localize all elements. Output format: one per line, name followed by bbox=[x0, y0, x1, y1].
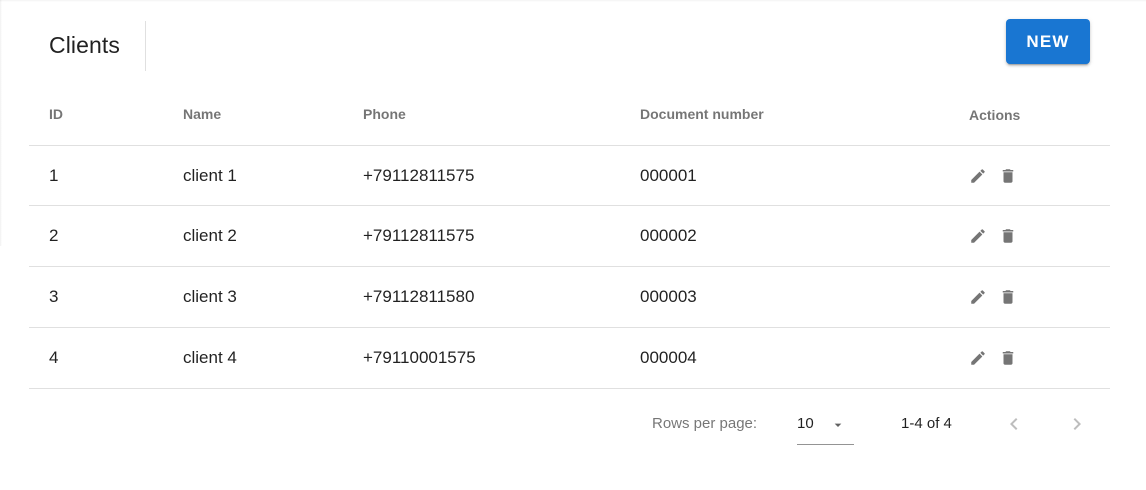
card-shadow-left bbox=[0, 0, 2, 246]
cell-actions bbox=[969, 328, 1017, 388]
table-row[interactable]: 1 client 1 +79112811575 000001 bbox=[29, 146, 1110, 206]
table-row[interactable]: 2 client 2 +79112811575 000002 bbox=[29, 206, 1110, 267]
cell-document-number: 000003 bbox=[640, 287, 697, 306]
clients-card: Clients NEW ID Name Phone Document numbe… bbox=[0, 0, 1146, 490]
page-title: Clients bbox=[49, 32, 121, 58]
cell-document-number: 000002 bbox=[640, 226, 697, 245]
rows-per-page-select[interactable]: 10 bbox=[797, 408, 854, 445]
cell-name: client 1 bbox=[183, 165, 237, 185]
chevron-right-icon[interactable] bbox=[1065, 412, 1089, 436]
cell-id: 2 bbox=[49, 226, 59, 245]
dropdown-arrow-icon bbox=[830, 417, 846, 438]
rows-per-page-label: Rows per page: bbox=[652, 415, 758, 432]
cell-actions bbox=[969, 206, 1017, 266]
cell-phone: +79112811575 bbox=[363, 226, 475, 245]
column-header-phone[interactable]: Phone bbox=[363, 85, 406, 145]
delete-icon[interactable] bbox=[999, 167, 1017, 185]
cell-id: 1 bbox=[49, 165, 59, 185]
column-header-document-number[interactable]: Document number bbox=[640, 85, 764, 145]
title-divider bbox=[145, 21, 146, 71]
cell-actions bbox=[969, 267, 1017, 327]
delete-icon[interactable] bbox=[999, 349, 1017, 367]
cell-name: client 4 bbox=[183, 348, 237, 367]
column-header-name[interactable]: Name bbox=[183, 85, 221, 145]
clients-table: ID Name Phone Document number Actions 1 … bbox=[29, 85, 1110, 389]
table-row[interactable]: 3 client 3 +79112811580 000003 bbox=[29, 267, 1110, 328]
cell-phone: +79112811580 bbox=[363, 287, 475, 306]
edit-icon[interactable] bbox=[969, 349, 987, 367]
delete-icon[interactable] bbox=[999, 288, 1017, 306]
edit-icon[interactable] bbox=[969, 227, 987, 245]
delete-icon[interactable] bbox=[999, 227, 1017, 245]
table-pagination: Rows per page: 10 1-4 of 4 bbox=[29, 388, 1110, 460]
table-row[interactable]: 4 client 4 +79110001575 000004 bbox=[29, 328, 1110, 389]
card-shadow-top bbox=[0, 0, 1146, 2]
cell-phone: +79112811575 bbox=[363, 165, 475, 185]
cell-actions bbox=[969, 146, 1017, 205]
cell-name: client 3 bbox=[183, 287, 237, 306]
table-header-row: ID Name Phone Document number Actions bbox=[29, 85, 1110, 146]
new-client-button[interactable]: NEW bbox=[1006, 19, 1090, 64]
cell-id: 4 bbox=[49, 348, 59, 367]
edit-icon[interactable] bbox=[969, 288, 987, 306]
cell-phone: +79110001575 bbox=[363, 348, 476, 367]
cell-document-number: 000001 bbox=[640, 165, 697, 185]
cell-document-number: 000004 bbox=[640, 348, 697, 367]
column-header-actions: Actions bbox=[969, 107, 1021, 123]
chevron-left-icon[interactable] bbox=[1002, 412, 1026, 436]
page-range-text: 1-4 of 4 bbox=[901, 415, 952, 432]
cell-name: client 2 bbox=[183, 226, 237, 245]
cell-id: 3 bbox=[49, 287, 59, 306]
rows-per-page-value: 10 bbox=[797, 415, 814, 432]
column-header-id[interactable]: ID bbox=[49, 85, 63, 145]
edit-icon[interactable] bbox=[969, 167, 987, 185]
